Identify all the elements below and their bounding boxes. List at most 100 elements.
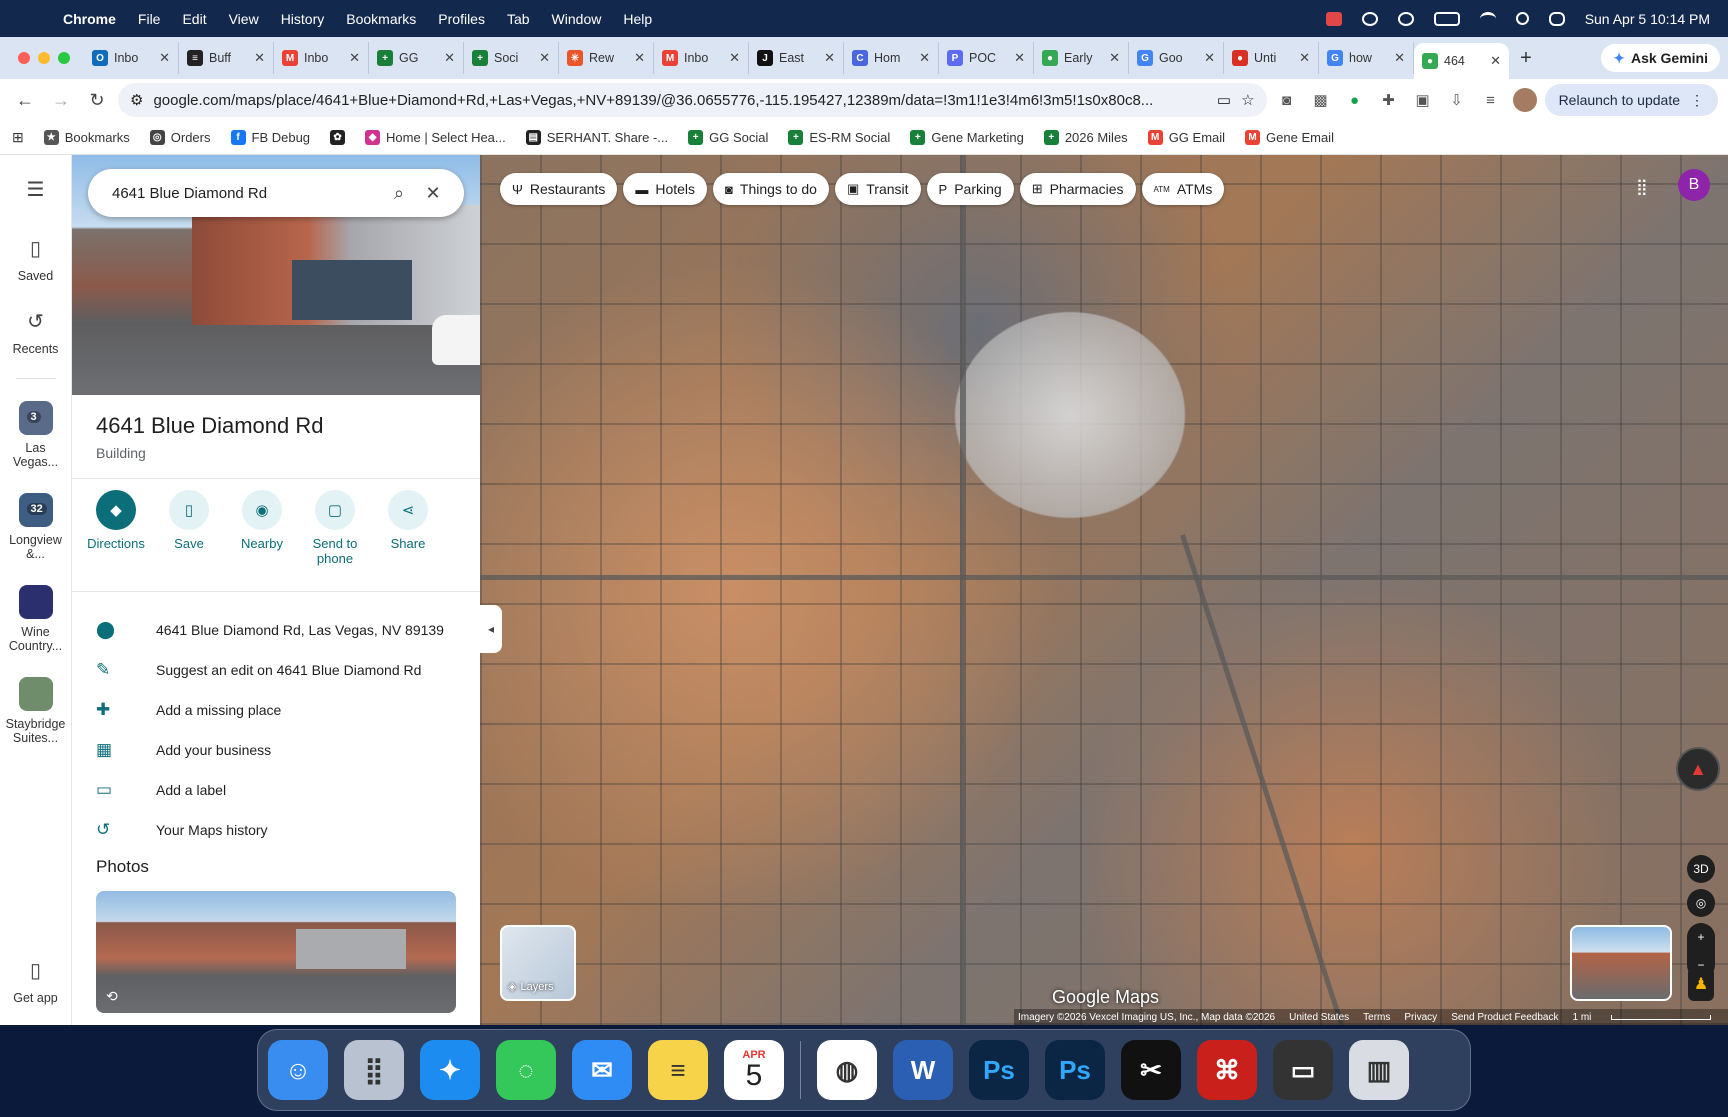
3d-toggle-button[interactable]: 3D: [1687, 855, 1715, 883]
apps-grid-icon[interactable]: ⊞: [12, 129, 24, 146]
menu-history[interactable]: History: [270, 11, 336, 27]
attribution-item[interactable]: United States: [1289, 1012, 1349, 1023]
vpn-icon[interactable]: [1361, 11, 1378, 26]
compass-icon[interactable]: ▲: [1676, 747, 1720, 791]
browser-tab[interactable]: + Soci ✕: [464, 42, 559, 74]
back-button[interactable]: ←: [10, 85, 40, 115]
nearby-button[interactable]: ◉ Nearby: [232, 490, 292, 566]
close-tab-icon[interactable]: ✕: [444, 50, 455, 66]
close-tab-icon[interactable]: ✕: [1490, 53, 1501, 69]
extension-icon[interactable]: ▩: [1307, 86, 1335, 114]
control-center-icon[interactable]: [1548, 11, 1565, 26]
place-photo-thumbnail[interactable]: ⟲: [96, 891, 456, 1013]
place-category[interactable]: Building: [96, 445, 146, 461]
bookmark-item[interactable]: ◆ Home | Select Hea...: [365, 130, 506, 145]
close-icon[interactable]: ✕: [416, 183, 450, 204]
chip-things-to-do[interactable]: ◙ Things to do: [713, 173, 829, 205]
notes-icon[interactable]: ≡: [648, 1040, 708, 1100]
save-button[interactable]: ▯ Save: [159, 490, 219, 566]
close-tab-icon[interactable]: ✕: [1299, 50, 1310, 66]
bookmark-item[interactable]: M GG Email: [1147, 130, 1225, 145]
menu-file[interactable]: File: [127, 11, 172, 27]
bookmark-item[interactable]: ✿: [330, 130, 346, 145]
mail-icon[interactable]: ✉: [572, 1040, 632, 1100]
chip-restaurants[interactable]: Ψ Restaurants: [500, 173, 618, 205]
reload-button[interactable]: ↻: [82, 85, 112, 115]
download-icon[interactable]: ⇩: [1443, 86, 1471, 114]
directions-button[interactable]: ◆ Directions: [86, 490, 146, 566]
menu-app-name[interactable]: Chrome: [52, 11, 127, 27]
minimize-window-icon[interactable]: [38, 52, 50, 64]
collapse-panel-button[interactable]: ◂: [480, 605, 502, 653]
menu-edit[interactable]: Edit: [171, 11, 217, 27]
browser-tab[interactable]: P POC ✕: [939, 42, 1034, 74]
close-tab-icon[interactable]: ✕: [729, 50, 740, 66]
browser-tab[interactable]: C Hom ✕: [844, 42, 939, 74]
info-row[interactable]: ✎ Suggest an edit on 4641 Blue Diamond Rd: [72, 650, 480, 690]
screenshot-icon[interactable]: ▭: [1273, 1040, 1333, 1100]
browser-tab[interactable]: M Inbo ✕: [654, 42, 749, 74]
satellite-map[interactable]: Ψ Restaurants ▬ Hotels ◙ Things to do ▣ Transit…: [480, 155, 1728, 1025]
bookmark-item[interactable]: + GG Social: [688, 130, 768, 145]
close-tab-icon[interactable]: ✕: [159, 50, 170, 66]
info-row[interactable]: ▭ Add a label: [72, 770, 480, 810]
bookmark-item[interactable]: + Gene Marketing: [910, 130, 1024, 145]
recents-button[interactable]: ↺ Recents: [13, 309, 59, 356]
close-tab-icon[interactable]: ✕: [919, 50, 930, 66]
profile-avatar[interactable]: [1511, 86, 1539, 114]
browser-tab[interactable]: Ghow ✕: [1319, 42, 1414, 74]
info-row[interactable]: ⬤ 4641 Blue Diamond Rd, Las Vegas, NV 891…: [72, 610, 480, 650]
chrome-icon[interactable]: ◍: [817, 1040, 877, 1100]
menu-button[interactable]: ☰: [27, 177, 45, 210]
site-info-icon[interactable]: ⚙: [130, 91, 143, 109]
bookmark-star-icon[interactable]: ☆: [1241, 91, 1254, 109]
close-tab-icon[interactable]: ✕: [824, 50, 835, 66]
browser-tab[interactable]: ✳ Rew ✕: [559, 42, 654, 74]
browser-tab[interactable]: M Inbo ✕: [274, 42, 369, 74]
play-icon[interactable]: [1397, 11, 1414, 26]
recent-place-item[interactable]: 3 Las Vegas...: [3, 401, 69, 469]
attribution-item[interactable]: Privacy: [1404, 1012, 1437, 1023]
menu-bookmarks[interactable]: Bookmarks: [335, 11, 427, 27]
word-icon[interactable]: W: [893, 1040, 953, 1100]
street-view-thumbnail[interactable]: [1570, 925, 1672, 1001]
saved-button[interactable]: ▯ Saved: [18, 236, 53, 283]
browser-tab[interactable]: ≡ Buff ✕: [179, 42, 274, 74]
address-bar[interactable]: ⚙ google.com/maps/place/4641+Blue+Diamon…: [118, 83, 1267, 117]
spotlight-search-icon[interactable]: [1515, 12, 1529, 25]
close-tab-icon[interactable]: ✕: [1204, 50, 1215, 66]
bookmark-item[interactable]: + ES-RM Social: [788, 130, 890, 145]
side-panel-icon[interactable]: ▣: [1409, 86, 1437, 114]
relaunch-to-update-button[interactable]: Relaunch to update ⋮: [1544, 84, 1718, 116]
menu-help[interactable]: Help: [612, 11, 663, 27]
forward-button[interactable]: →: [46, 85, 76, 115]
wifi-icon[interactable]: [1479, 11, 1496, 26]
camera-extension-icon[interactable]: ◙: [1273, 86, 1301, 114]
chip-transit[interactable]: ▣ Transit: [834, 173, 921, 205]
close-tab-icon[interactable]: ✕: [1109, 50, 1120, 66]
capcut-icon[interactable]: ✂: [1121, 1040, 1181, 1100]
close-tab-icon[interactable]: ✕: [634, 50, 645, 66]
zoom-in-button[interactable]: +: [1687, 923, 1715, 951]
bookmark-item[interactable]: ★ Bookmarks: [43, 130, 130, 145]
close-tab-icon[interactable]: ✕: [539, 50, 550, 66]
chip-atms[interactable]: ATM ATMs: [1141, 173, 1225, 205]
close-window-icon[interactable]: [18, 52, 30, 64]
messages-icon[interactable]: ◌: [496, 1040, 556, 1100]
ask-gemini-button[interactable]: ✦ Ask Gemini: [1601, 44, 1720, 72]
bookmark-item[interactable]: +2026 Miles: [1043, 130, 1128, 145]
reading-list-icon[interactable]: ≡: [1477, 86, 1505, 114]
bookmark-item[interactable]: ◎ Orders: [149, 130, 211, 145]
share-button[interactable]: ⋖ Share: [378, 490, 438, 566]
chip-hotels[interactable]: ▬ Hotels: [623, 173, 708, 205]
bookmark-item[interactable]: ▤ SERHANT. Share -...: [525, 130, 668, 145]
get-app-button[interactable]: ▯ Get app: [13, 958, 57, 1005]
chip-parking[interactable]: P Parking: [926, 173, 1014, 205]
browser-tab[interactable]: ● 464 ✕: [1414, 43, 1509, 79]
browser-tab[interactable]: O Inbo ✕: [84, 42, 179, 74]
browser-tab[interactable]: ● Early ✕: [1034, 42, 1129, 74]
bookmark-item[interactable]: M Gene Email: [1245, 130, 1334, 145]
menu-window[interactable]: Window: [541, 11, 613, 27]
menu-profiles[interactable]: Profiles: [427, 11, 496, 27]
close-tab-icon[interactable]: ✕: [254, 50, 265, 66]
